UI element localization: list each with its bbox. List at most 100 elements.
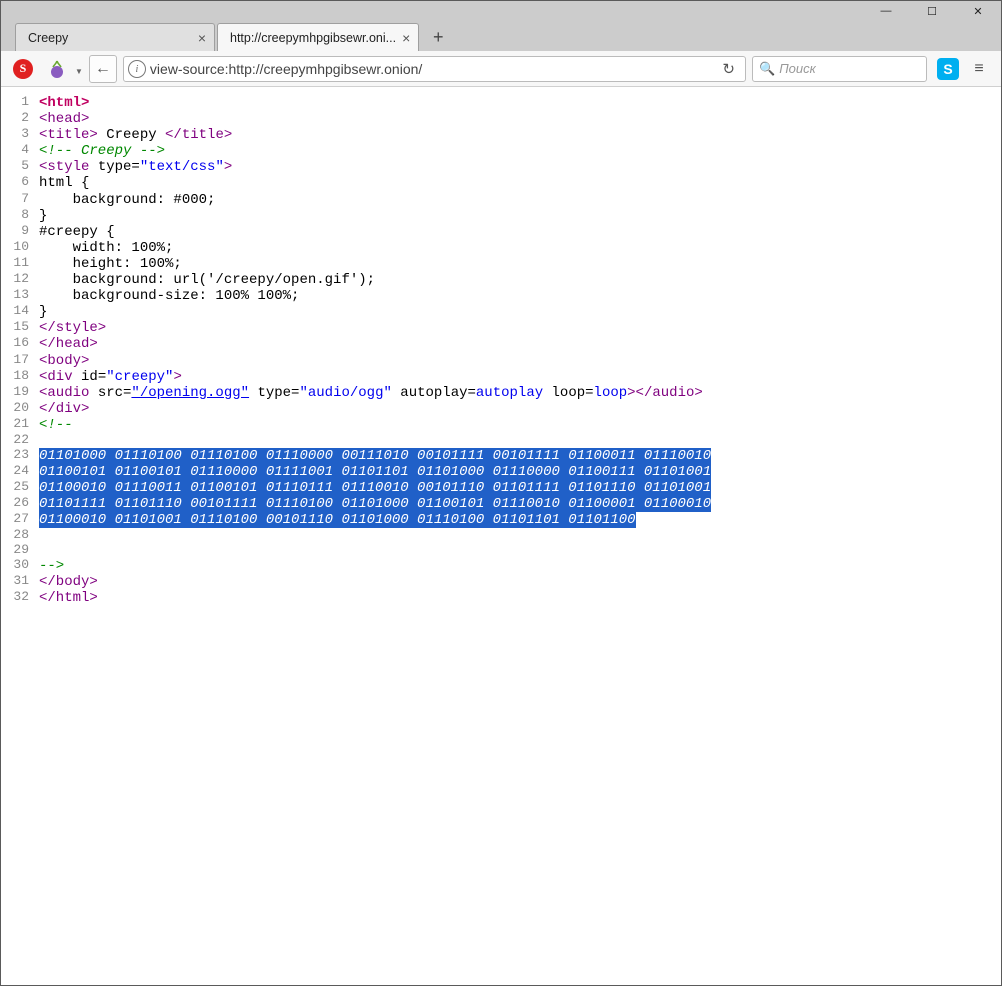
source-line[interactable]: 19<audio src="/opening.ogg" type="audio/… [1,385,1001,401]
source-code[interactable]: background: #000; [39,192,1001,208]
site-info-icon[interactable]: i [128,60,146,78]
source-line[interactable]: 15</style> [1,320,1001,336]
tor-dropdown-caret-icon[interactable]: ▼ [75,67,83,76]
source-line[interactable]: 4<!-- Creepy --> [1,143,1001,159]
url-text[interactable]: view-source:http://creepymhpgibsewr.onio… [150,61,713,77]
source-line[interactable]: 6html { [1,175,1001,191]
searchbar[interactable]: 🔍 Поиск [752,56,927,82]
line-number: 19 [1,385,39,401]
source-code[interactable]: 01100101 01100101 01110000 01111001 0110… [39,464,1001,480]
source-code[interactable]: <body> [39,353,1001,369]
source-code[interactable]: 01100010 01110011 01100101 01110111 0111… [39,480,1001,496]
source-line[interactable]: 29 [1,543,1001,558]
source-code[interactable]: background-size: 100% 100%; [39,288,1001,304]
close-window-button[interactable]: ✕ [955,1,1001,21]
line-number: 20 [1,401,39,417]
noscript-icon[interactable]: S [9,55,37,83]
source-code[interactable]: html { [39,175,1001,191]
source-code[interactable]: <!-- Creepy --> [39,143,1001,159]
line-number: 26 [1,496,39,512]
source-line[interactable]: 17<body> [1,353,1001,369]
source-line[interactable]: 8} [1,208,1001,224]
source-line[interactable]: 22 [1,433,1001,448]
line-number: 5 [1,159,39,175]
source-code[interactable]: </body> [39,574,1001,590]
titlebar: — ☐ ✕ [1,1,1001,21]
source-line[interactable]: 12 background: url('/creepy/open.gif'); [1,272,1001,288]
menu-button[interactable]: ≡ [965,55,993,83]
line-number: 28 [1,528,39,543]
source-line[interactable]: 32</html> [1,590,1001,606]
source-line[interactable]: 2401100101 01100101 01110000 01111001 01… [1,464,1001,480]
tab-creepy[interactable]: Creepy × [15,23,215,51]
source-code[interactable]: --> [39,558,1001,574]
source-code[interactable]: </style> [39,320,1001,336]
source-line[interactable]: 3<title> Creepy </title> [1,127,1001,143]
line-number: 6 [1,175,39,191]
source-code[interactable]: } [39,304,1001,320]
newtab-button[interactable]: + [425,26,451,48]
line-number: 18 [1,369,39,385]
tor-onion-icon[interactable] [43,55,71,83]
source-code[interactable]: </html> [39,590,1001,606]
source-code[interactable]: <audio src="/opening.ogg" type="audio/og… [39,385,1001,401]
source-line[interactable]: 10 width: 100%; [1,240,1001,256]
source-code[interactable] [39,543,1001,558]
source-line[interactable]: 2<head> [1,111,1001,127]
line-number: 25 [1,480,39,496]
source-line[interactable]: 2501100010 01110011 01100101 01110111 01… [1,480,1001,496]
tab-label: Creepy [28,31,192,45]
source-code[interactable]: 01101000 01110100 01110100 01110000 0011… [39,448,1001,464]
source-line[interactable]: 31</body> [1,574,1001,590]
source-line[interactable]: 2601101111 01101110 00101111 01110100 01… [1,496,1001,512]
source-code[interactable]: </div> [39,401,1001,417]
source-code[interactable]: } [39,208,1001,224]
source-line[interactable]: 13 background-size: 100% 100%; [1,288,1001,304]
urlbar[interactable]: i view-source:http://creepymhpgibsewr.on… [123,56,746,82]
source-line[interactable]: 9#creepy { [1,224,1001,240]
source-code[interactable]: 01101111 01101110 00101111 01110100 0110… [39,496,1001,512]
minimize-button[interactable]: — [863,1,909,21]
source-line[interactable]: 2301101000 01110100 01110100 01110000 00… [1,448,1001,464]
close-tab-icon[interactable]: × [402,30,410,46]
source-line[interactable]: 18<div id="creepy"> [1,369,1001,385]
back-button[interactable]: ← [89,55,117,83]
maximize-button[interactable]: ☐ [909,1,955,21]
source-line[interactable]: 16</head> [1,336,1001,352]
source-code[interactable]: <style type="text/css"> [39,159,1001,175]
source-code[interactable]: #creepy { [39,224,1001,240]
source-code[interactable]: 01100010 01101001 01110100 00101110 0110… [39,512,1001,528]
source-line[interactable]: 21<!-- [1,417,1001,433]
tab-viewsource[interactable]: http://creepymhpgibsewr.oni... × [217,23,419,51]
source-code[interactable]: <html> [39,95,1001,111]
line-number: 10 [1,240,39,256]
source-code[interactable]: background: url('/creepy/open.gif'); [39,272,1001,288]
source-line[interactable]: 5<style type="text/css"> [1,159,1001,175]
source-line[interactable]: 7 background: #000; [1,192,1001,208]
source-line[interactable]: 11 height: 100%; [1,256,1001,272]
source-view[interactable]: 1<html>2<head>3<title> Creepy </title>4<… [1,87,1001,985]
search-icon: 🔍 [759,61,775,77]
line-number: 22 [1,433,39,448]
source-line[interactable]: 14} [1,304,1001,320]
source-line[interactable]: 30--> [1,558,1001,574]
source-code[interactable]: </head> [39,336,1001,352]
source-line[interactable]: 20</div> [1,401,1001,417]
source-code[interactable] [39,433,1001,448]
source-line[interactable]: 1<html> [1,95,1001,111]
skype-icon[interactable]: S [937,58,959,80]
reload-button[interactable]: ↻ [716,60,741,78]
close-tab-icon[interactable]: × [198,30,206,46]
source-code[interactable]: <!-- [39,417,1001,433]
tabstrip: Creepy × http://creepymhpgibsewr.oni... … [1,21,1001,51]
source-code[interactable] [39,528,1001,543]
source-line[interactable]: 2701100010 01101001 01110100 00101110 01… [1,512,1001,528]
source-code[interactable]: width: 100%; [39,240,1001,256]
source-code[interactable]: height: 100%; [39,256,1001,272]
line-number: 4 [1,143,39,159]
source-code[interactable]: <div id="creepy"> [39,369,1001,385]
source-code[interactable]: <title> Creepy </title> [39,127,1001,143]
source-line[interactable]: 28 [1,528,1001,543]
line-number: 21 [1,417,39,433]
source-code[interactable]: <head> [39,111,1001,127]
